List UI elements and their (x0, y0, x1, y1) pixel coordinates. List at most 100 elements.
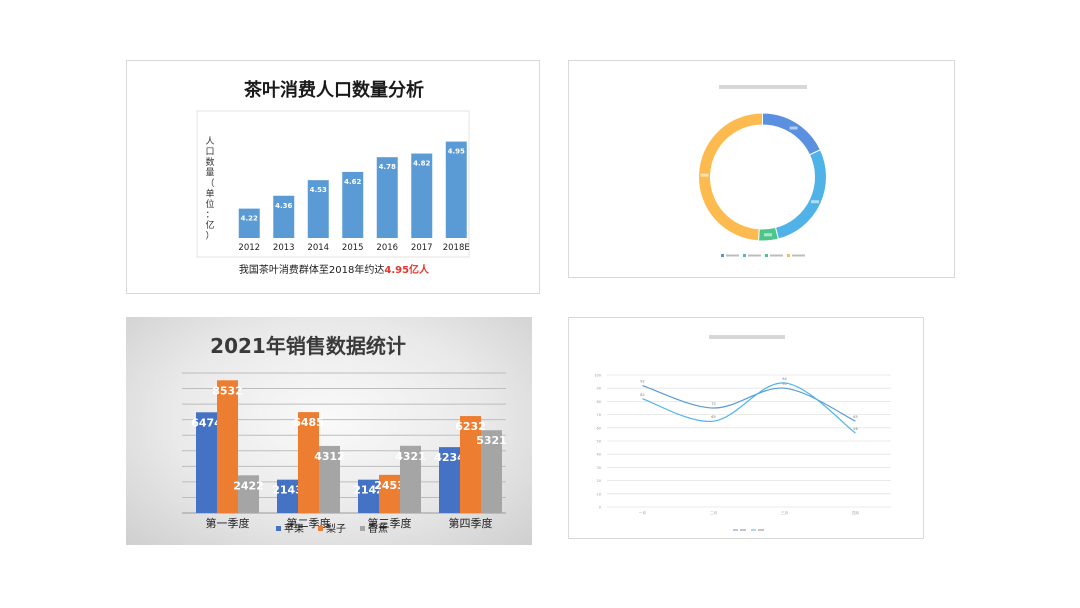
tea-ylabel-char: 口 (205, 148, 214, 158)
line-y-tick: 50 (597, 440, 601, 444)
sales-legend-label: 苹果 (284, 522, 304, 535)
line-y-tick: 60 (597, 426, 601, 430)
sales-legend-swatch (318, 526, 323, 531)
line-legend-label (740, 529, 746, 531)
tea-ylabel-char: （ (205, 178, 214, 189)
line-gridlines: 0 10 20 30 40 50 60 70 80 90 100 一月 二月 三月 四月 (594, 374, 891, 515)
tea-x-tick: 2018E (443, 243, 470, 253)
tea-bar-value: 4.82 (413, 160, 430, 168)
tea-caption-highlight: 4.95亿人 (384, 263, 430, 276)
line-y-tick: 70 (597, 413, 601, 417)
line-y-tick: 20 (597, 479, 601, 483)
sales-legend: 苹果 梨子 香蕉 (276, 522, 388, 535)
donut-slice-label (763, 233, 772, 237)
tea-bar (445, 141, 467, 238)
sales-bar-value: 4312 (314, 450, 345, 463)
line-point-label: 56 (853, 427, 857, 431)
tea-ylabel-char: 人 (205, 136, 214, 147)
donut-legend-label (792, 254, 805, 257)
donut-slice-label (810, 200, 819, 204)
line-point-label: 65 (853, 415, 857, 419)
donut-legend-label (748, 254, 761, 257)
sales-x-tick: 第一季度 (206, 516, 250, 530)
donut-slice-label (789, 126, 798, 130)
tea-ylabel-char: 数 (205, 156, 214, 168)
tea-x-tick: 2016 (376, 243, 398, 253)
line-x-tick: 三月 (781, 510, 788, 515)
tea-chart-svg: 茶叶消费人口数量分析 人口数量（单位：亿） 4.22 2012 4.36 2013 4.… (196, 79, 470, 276)
sales-bar (217, 380, 238, 513)
sales-chart-svg: 2021年销售数据统计 647485322422 2143648543122142… (182, 334, 507, 535)
donut-legend-label (726, 254, 739, 257)
sales-bar-value: 8532 (212, 384, 243, 397)
donut-legend (721, 254, 805, 257)
donut-slice (774, 149, 827, 240)
line-title-placeholder (709, 335, 785, 339)
sales-chart-panel: 2021年销售数据统计 6474 8532 2422 2143 6485 4312 2142… (126, 317, 532, 545)
tea-ylabel-char: ） (205, 231, 214, 242)
donut-legend-swatch (765, 254, 768, 257)
sales-bar-value: 4321 (395, 450, 426, 463)
line-point-label: 94 (782, 377, 787, 381)
sales-bar-value: 2422 (233, 479, 264, 492)
sales-legend-label: 梨子 (326, 522, 346, 535)
line-legend-label (758, 529, 764, 531)
sales-legend-label: 香蕉 (368, 523, 388, 535)
tea-ylabel-char: 单 (205, 188, 214, 200)
tea-bar-value: 4.22 (241, 215, 258, 223)
line-y-tick: 40 (597, 453, 601, 457)
sales-x-tick: 第四季度 (449, 516, 493, 530)
tea-ylabel-char: 量 (205, 168, 214, 179)
tea-bar-value: 4.53 (310, 186, 327, 194)
tea-consumption-chart: 茶叶消费人口数量分析 人口数量（单位：亿） 4.22 2012 4.36 2013 4.… (126, 60, 540, 294)
sales-legend-swatch (276, 526, 281, 531)
line-point-label: 82 (640, 393, 644, 397)
sales-legend-swatch (360, 526, 365, 531)
sales-bar-value: 5321 (476, 434, 507, 447)
tea-x-tick: 2012 (238, 243, 260, 253)
donut-slice (698, 112, 763, 242)
donut-title-placeholder (719, 85, 807, 89)
line-point-label: 75 (711, 402, 715, 406)
tea-bar-value: 4.62 (344, 178, 361, 186)
line-point-label: 92 (640, 380, 644, 384)
donut-slice-label (700, 173, 709, 177)
line-series-path (642, 382, 856, 434)
tea-x-tick: 2014 (307, 243, 329, 253)
donut-chart-panel (568, 60, 955, 278)
sales-chart-title: 2021年销售数据统计 (210, 334, 406, 358)
donut-chart-svg (698, 85, 827, 257)
line-x-tick: 四月 (852, 510, 859, 515)
donut-slice (762, 112, 822, 156)
line-y-tick: 10 (597, 492, 601, 496)
line-legend (733, 529, 764, 531)
tea-chart-title: 茶叶消费人口数量分析 (244, 79, 424, 101)
tea-y-axis-label: 人口数量（单位：亿） (205, 136, 214, 242)
tea-x-tick: 2013 (273, 243, 295, 253)
line-y-tick: 0 (599, 506, 601, 510)
donut-legend-swatch (787, 254, 790, 257)
line-x-tick: 一月 (639, 510, 646, 515)
tea-x-tick: 2017 (411, 243, 433, 253)
sales-bar-value: 6485 (293, 416, 324, 429)
line-y-tick: 90 (597, 387, 601, 391)
donut-legend-swatch (743, 254, 746, 257)
tea-bar-value: 4.95 (448, 148, 465, 156)
line-series-path (642, 384, 856, 422)
line-y-tick: 100 (594, 374, 601, 378)
tea-ylabel-char: 位 (205, 198, 214, 210)
tea-bar-value: 4.78 (379, 163, 396, 171)
line-chart-svg: 0 10 20 30 40 50 60 70 80 90 100 一月 二月 三月 四月 92 75 90 65 8… (594, 335, 891, 531)
tea-ylabel-char: 亿 (205, 219, 214, 231)
line-y-tick: 30 (597, 466, 601, 470)
line-chart-panel: 0 10 20 30 40 50 60 70 80 90 100 一月 二月 三月 四月 92 75 90 65 8… (568, 317, 924, 539)
line-x-tick: 二月 (710, 510, 717, 515)
line-point-label: 65 (711, 415, 715, 419)
line-y-tick: 80 (597, 400, 601, 404)
donut-legend-swatch (721, 254, 724, 257)
donut-legend-label (770, 254, 783, 257)
tea-chart-caption: 我国茶叶消费群体至2018年约达4.95亿人 (239, 263, 430, 276)
tea-caption-text: 我国茶叶消费群体至2018年约达 (239, 263, 384, 276)
tea-bar (238, 208, 260, 238)
tea-x-tick: 2015 (342, 243, 364, 253)
